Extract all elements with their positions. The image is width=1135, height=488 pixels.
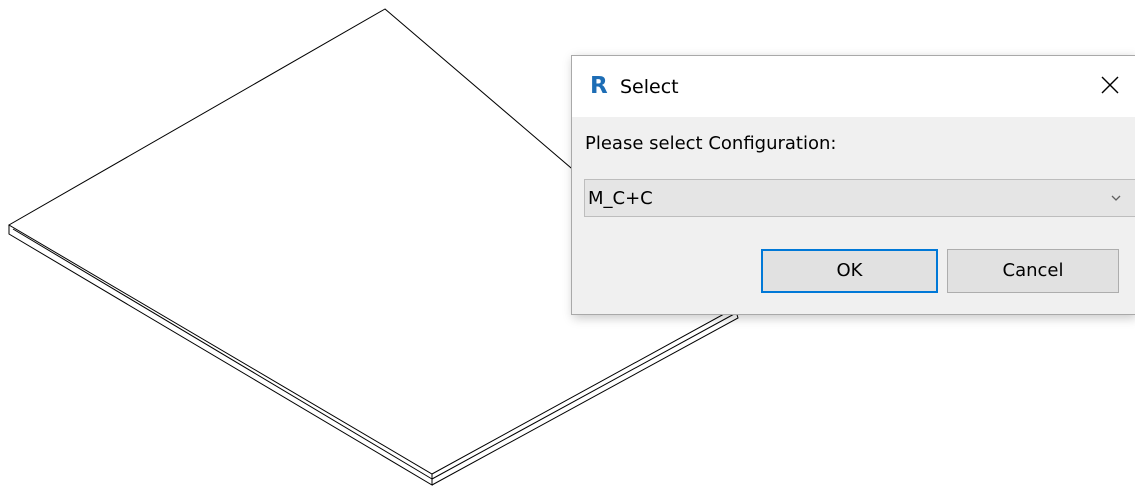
close-icon — [1101, 76, 1119, 94]
select-dialog: R Select Please select Configuration: M_… — [571, 55, 1135, 315]
revit-app-icon: R — [589, 73, 609, 99]
ok-button[interactable]: OK — [761, 249, 938, 293]
cancel-button[interactable]: Cancel — [947, 249, 1119, 293]
dialog-titlebar[interactable]: R Select — [572, 56, 1135, 117]
configuration-dropdown[interactable]: M_C+C — [584, 179, 1135, 217]
configuration-prompt-label: Please select Configuration: — [585, 133, 837, 154]
app-icon-letter: R — [590, 73, 608, 99]
configuration-selected-value: M_C+C — [588, 188, 653, 209]
dialog-title: Select — [620, 76, 679, 98]
close-button[interactable] — [1083, 67, 1135, 107]
chevron-down-icon — [1111, 195, 1121, 201]
